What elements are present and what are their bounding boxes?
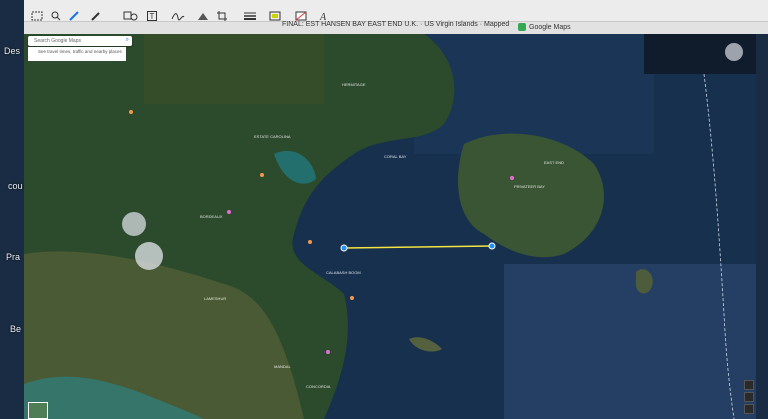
magnifier-icon bbox=[51, 11, 61, 21]
map-pin-orange[interactable] bbox=[260, 173, 264, 177]
map-label: MANDAL bbox=[274, 364, 291, 369]
tab-google-maps[interactable]: Google Maps bbox=[518, 21, 628, 33]
border-color-icon bbox=[269, 11, 281, 21]
compass-button[interactable] bbox=[744, 380, 754, 390]
search-placeholder: Search Google Maps bbox=[34, 38, 81, 44]
crop-icon bbox=[217, 11, 227, 21]
map-pin-orange[interactable] bbox=[350, 296, 354, 300]
map-controls bbox=[744, 380, 754, 416]
map-label: EAST END bbox=[544, 160, 564, 165]
shapes-icon bbox=[123, 11, 138, 21]
map-pin-orange[interactable] bbox=[308, 240, 312, 244]
brush-icon bbox=[91, 12, 100, 21]
signature-icon bbox=[171, 13, 185, 21]
map-pin-orange[interactable] bbox=[129, 110, 133, 114]
fill-color-icon bbox=[295, 11, 307, 21]
map-label: PRIVATEER BAY bbox=[514, 184, 545, 189]
text-box-icon: T bbox=[147, 11, 157, 21]
tab-google-maps-label: Google Maps bbox=[529, 23, 571, 31]
search-input[interactable]: Search Google Maps ⌕ bbox=[28, 36, 132, 46]
line-style-icon bbox=[244, 12, 256, 20]
map-pin-pink[interactable] bbox=[510, 176, 514, 180]
map-label: BORDEAUX bbox=[200, 214, 223, 219]
adjust-color-icon bbox=[198, 13, 208, 20]
map-label: CONCORDIA bbox=[306, 384, 331, 389]
zoom-out-button[interactable] bbox=[744, 404, 754, 414]
map-pin-pink[interactable] bbox=[227, 210, 231, 214]
text-style-icon: A bbox=[319, 12, 327, 21]
search-icon[interactable]: ⌕ bbox=[126, 37, 129, 44]
map-imagery bbox=[24, 34, 756, 419]
map-label: ESTATE CAROLINA bbox=[254, 134, 291, 139]
map-label: LAMESHUR bbox=[204, 296, 227, 301]
desktop-right-strip bbox=[756, 30, 768, 419]
desktop-label-4: Be bbox=[10, 324, 22, 334]
map-label: HERMITAGE bbox=[342, 82, 366, 87]
desktop-label-2: cou bbox=[8, 181, 23, 191]
layers-thumbnail[interactable] bbox=[28, 402, 48, 419]
map-label: CORAL BAY bbox=[384, 154, 407, 159]
document-title: FINAL: EST HANSEN BAY EAST END U.K. · US… bbox=[282, 21, 510, 28]
svg-text:T: T bbox=[150, 12, 155, 21]
svg-text:A: A bbox=[319, 12, 327, 21]
pen-icon bbox=[69, 11, 79, 21]
zoom-in-button[interactable] bbox=[744, 392, 754, 402]
map-pin-pink[interactable] bbox=[326, 350, 330, 354]
desktop-label-1: Des bbox=[4, 46, 21, 56]
google-maps-icon bbox=[518, 23, 526, 31]
desktop-label-3: Pra bbox=[6, 252, 21, 262]
satellite-map[interactable]: BORDEAUX HERMITAGE CALABASH BOOM MANDAL … bbox=[24, 34, 756, 419]
search-suggestion[interactable]: See travel times, traffic and nearby pla… bbox=[28, 47, 126, 61]
desktop-left-strip bbox=[0, 0, 24, 419]
selection-icon bbox=[31, 11, 43, 21]
map-label: CALABASH BOOM bbox=[326, 270, 361, 275]
